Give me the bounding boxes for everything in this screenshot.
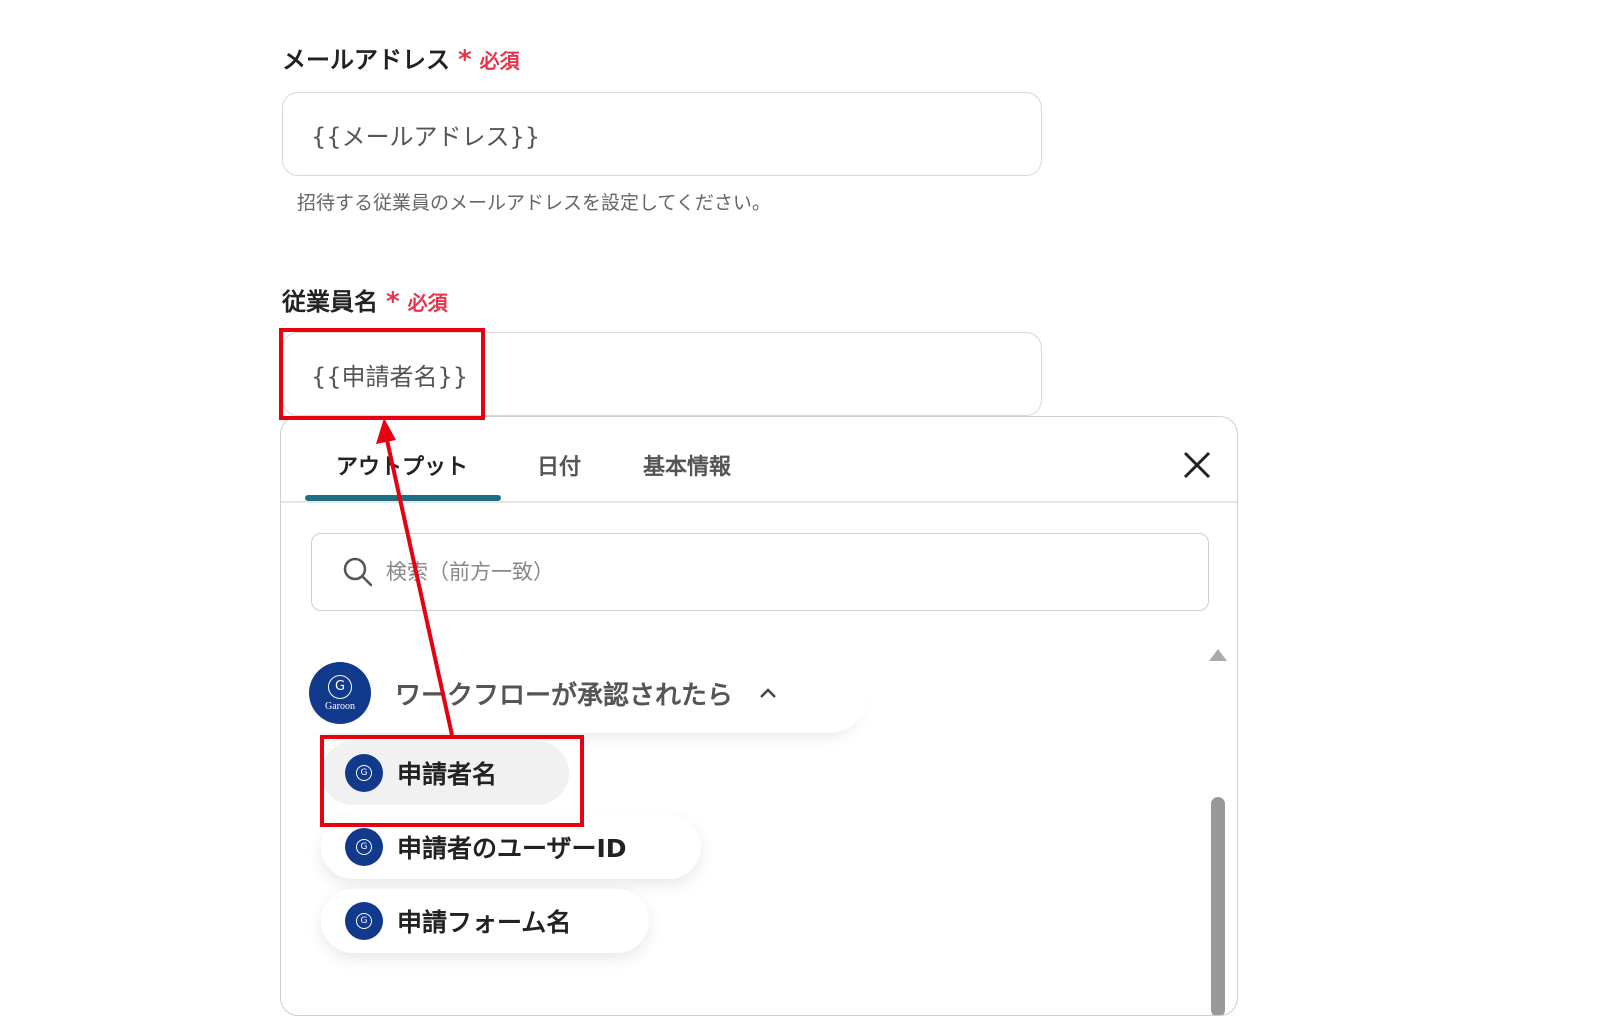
garoon-logo-letter: G <box>328 674 352 699</box>
garoon-logo-letter: G <box>356 913 372 929</box>
output-item-label: 申請者のユーザーID <box>397 834 627 863</box>
garoon-logo-icon: G Garoon <box>309 662 371 724</box>
search-input[interactable] <box>384 559 1148 585</box>
chevron-up-icon[interactable] <box>757 682 779 704</box>
group-title: ワークフローが承認されたら <box>395 680 734 711</box>
search-box[interactable] <box>311 533 1209 611</box>
output-picker-panel: アウトプット 日付 基本情報 G Garoon ワークフローが承認されたら G … <box>280 416 1238 1016</box>
scrollbar-thumb[interactable] <box>1211 797 1225 1015</box>
required-asterisk: * <box>386 287 400 317</box>
scroll-up-arrow-icon[interactable] <box>1209 649 1227 661</box>
employee-name-label: 従業員名 * 必須 <box>282 282 448 317</box>
email-field-label: メールアドレス * 必須 <box>282 40 520 75</box>
tab-basic-info[interactable]: 基本情報 <box>643 449 731 481</box>
tab-output[interactable]: アウトプット <box>336 449 468 481</box>
garoon-logo-icon: G <box>345 902 383 940</box>
output-item-form-name[interactable]: G 申請フォーム名 <box>321 889 649 953</box>
required-badge: 必須 <box>479 49 520 73</box>
employee-name-label-text: 従業員名 <box>282 288 378 316</box>
tab-divider <box>281 501 1237 503</box>
garoon-logo-brand: Garoon <box>325 700 355 712</box>
email-input[interactable]: {{メールアドレス}} <box>282 92 1042 176</box>
garoon-logo-letter: G <box>356 839 372 855</box>
email-input-value: {{メールアドレス}} <box>311 122 541 151</box>
highlight-box-name-field <box>279 328 485 420</box>
required-badge: 必須 <box>407 291 448 315</box>
group-header-workflow-approved[interactable]: G Garoon ワークフローが承認されたら <box>309 653 869 733</box>
tab-date[interactable]: 日付 <box>537 449 581 481</box>
close-icon[interactable] <box>1179 447 1215 483</box>
garoon-logo-icon: G <box>345 828 383 866</box>
email-help-text: 招待する従業員のメールアドレスを設定してください。 <box>297 192 771 214</box>
search-icon <box>343 557 373 587</box>
required-asterisk: * <box>458 45 472 75</box>
highlight-box-selected-item <box>320 735 584 827</box>
output-item-label: 申請フォーム名 <box>397 908 572 937</box>
email-label-text: メールアドレス <box>282 46 450 74</box>
